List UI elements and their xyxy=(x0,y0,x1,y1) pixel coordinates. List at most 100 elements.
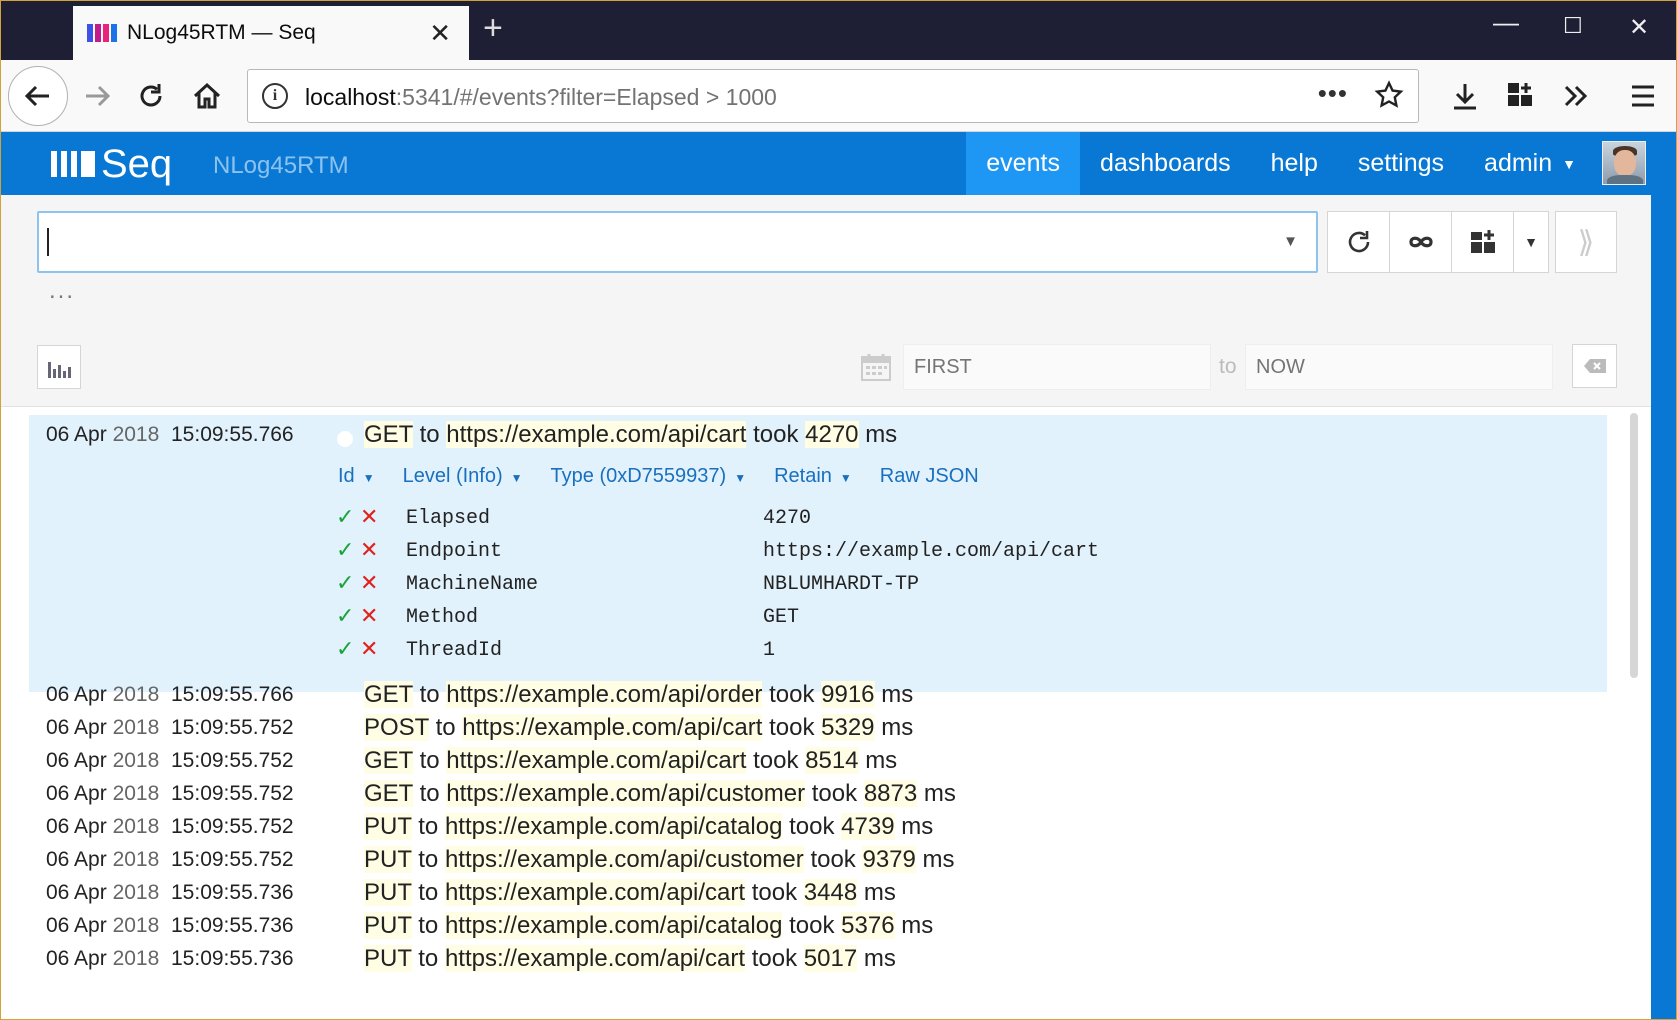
property-value: 4270 xyxy=(763,507,812,530)
extensions-button[interactable] xyxy=(1499,74,1543,118)
caret-down-icon: ▼ xyxy=(1524,234,1538,250)
exclude-x-icon[interactable]: ✕ xyxy=(360,538,378,563)
tab-close-icon[interactable]: ✕ xyxy=(429,18,451,49)
expanded-event-header[interactable]: 06 Apr 2018 15:09:55.766 GET to https://… xyxy=(1,419,1601,454)
window-close-icon[interactable]: ✕ xyxy=(1629,13,1649,42)
histogram-button[interactable] xyxy=(37,345,81,389)
level-indicator-icon xyxy=(337,431,353,447)
event-message: PUT to https://example.com/api/customer … xyxy=(364,846,955,873)
more-options[interactable]: ... xyxy=(49,277,75,305)
info-icon[interactable]: i xyxy=(262,83,288,109)
exclude-x-icon[interactable]: ✕ xyxy=(360,604,378,629)
raw-json-link[interactable]: Raw JSON xyxy=(880,465,979,488)
seq-logo[interactable]: Seq xyxy=(51,144,172,184)
exclude-x-icon[interactable]: ✕ xyxy=(360,505,378,530)
event-row[interactable]: 06 Apr 2018 15:09:55.766 GET to https://ex… xyxy=(1,679,1601,714)
search-input[interactable] xyxy=(39,213,1269,271)
event-date: 06 Apr 2018 xyxy=(46,947,160,970)
back-arrow-icon xyxy=(24,85,49,107)
property-name: MachineName xyxy=(406,573,539,596)
date-from-field[interactable] xyxy=(903,344,1211,390)
dashboard-dropdown-button[interactable]: ▼ xyxy=(1514,212,1548,272)
event-actions: Id ▼ Level (Info) ▼ Type (0xD7559937) ▼ Ret… xyxy=(338,465,979,488)
new-tab-icon[interactable]: + xyxy=(483,9,503,48)
more-actions-icon[interactable]: ••• xyxy=(1318,78,1348,109)
search-box[interactable]: ▼ xyxy=(37,211,1318,273)
browser-tab[interactable]: NLog45RTM — Seq ✕ xyxy=(73,6,469,60)
search-toolbar: ▼ xyxy=(1327,211,1549,273)
nav-dashboards[interactable]: dashboards xyxy=(1080,132,1251,195)
back-button[interactable] xyxy=(8,66,68,126)
downloads-button[interactable] xyxy=(1443,74,1487,118)
exclude-x-icon[interactable]: ✕ xyxy=(360,571,378,596)
clear-date-button[interactable] xyxy=(1572,344,1617,388)
maximize-icon[interactable]: ☐ xyxy=(1563,13,1583,39)
event-row[interactable]: 06 Apr 2018 15:09:55.752 PUT to https://ex… xyxy=(1,811,1601,846)
url-bar[interactable]: i localhost:5341/#/events?filter=Elapsed… xyxy=(247,69,1419,123)
menu-button[interactable] xyxy=(1621,74,1665,118)
retain-menu[interactable]: Retain ▼ xyxy=(774,465,852,488)
event-row[interactable]: 06 Apr 2018 15:09:55.736 PUT to https://ex… xyxy=(1,910,1601,945)
event-message: GET to https://example.com/api/cart took… xyxy=(364,747,898,774)
nav-events[interactable]: events xyxy=(966,132,1080,195)
include-check-icon[interactable]: ✓ xyxy=(336,604,354,629)
nav-admin[interactable]: admin ▼ xyxy=(1464,132,1596,195)
double-chevron-right-icon: ⟫ xyxy=(1577,225,1595,259)
event-row[interactable]: 06 Apr 2018 15:09:55.736 PUT to https://ex… xyxy=(1,877,1601,912)
refresh-button[interactable] xyxy=(1328,212,1390,272)
event-message: PUT to https://example.com/api/cart took… xyxy=(364,945,896,972)
property-name: Method xyxy=(406,606,479,629)
event-date: 06 Apr 2018 xyxy=(46,914,160,937)
event-row[interactable]: 06 Apr 2018 15:09:55.752 POST to https://e… xyxy=(1,712,1601,747)
event-message: POST to https://example.com/api/cart too… xyxy=(364,714,914,741)
event-date: 06 Apr 2018 xyxy=(46,815,160,838)
instance-name: NLog45RTM xyxy=(213,152,349,179)
forward-button[interactable] xyxy=(75,74,119,118)
event-row[interactable]: 06 Apr 2018 15:09:55.752 GET to https://ex… xyxy=(1,778,1601,813)
event-message: GET to https://example.com/api/customer … xyxy=(364,780,956,807)
add-to-dashboard-button[interactable] xyxy=(1452,212,1514,272)
event-time: 15:09:55.766 xyxy=(171,683,294,706)
caret-down-icon: ▼ xyxy=(839,471,852,485)
reload-button[interactable] xyxy=(129,74,173,118)
nav-settings[interactable]: settings xyxy=(1338,132,1464,195)
include-check-icon[interactable]: ✓ xyxy=(336,505,354,530)
calendar-icon[interactable] xyxy=(861,353,891,381)
id-menu[interactable]: Id ▼ xyxy=(338,465,375,488)
event-row[interactable]: 06 Apr 2018 15:09:55.736 PUT to https://ex… xyxy=(1,943,1601,978)
bookmark-star-icon[interactable] xyxy=(1374,80,1404,115)
search-history-dropdown-icon[interactable]: ▼ xyxy=(1283,233,1298,250)
include-check-icon[interactable]: ✓ xyxy=(336,571,354,596)
property-row: ✓ ✕ Endpoint https://example.com/api/cart xyxy=(336,538,1236,571)
event-row[interactable]: 06 Apr 2018 15:09:55.752 PUT to https://ex… xyxy=(1,844,1601,879)
expand-panel-button[interactable]: ⟫ xyxy=(1555,211,1617,273)
exclude-x-icon[interactable]: ✕ xyxy=(360,637,378,662)
include-check-icon[interactable]: ✓ xyxy=(336,637,354,662)
home-icon xyxy=(193,82,221,109)
tail-button[interactable] xyxy=(1390,212,1452,272)
event-row[interactable]: 06 Apr 2018 15:09:55.752 GET to https://ex… xyxy=(1,745,1601,780)
date-to-field[interactable] xyxy=(1245,344,1553,390)
minimize-icon[interactable]: — xyxy=(1493,7,1519,38)
grid-plus-icon xyxy=(1508,83,1532,106)
nav-help[interactable]: help xyxy=(1251,132,1338,195)
tab-title: NLog45RTM — Seq xyxy=(127,21,316,44)
property-row: ✓ ✕ Method GET xyxy=(336,604,1236,637)
home-button[interactable] xyxy=(185,74,229,118)
url-text[interactable]: localhost:5341/#/events?filter=Elapsed >… xyxy=(305,84,777,111)
scrollbar[interactable] xyxy=(1630,413,1638,678)
seq-header: Seq NLog45RTM events dashboards help set… xyxy=(1,132,1676,195)
level-menu[interactable]: Level (Info) ▼ xyxy=(403,465,523,488)
event-message: PUT to https://example.com/api/catalog t… xyxy=(364,813,934,840)
title-bar: NLog45RTM — Seq ✕ + — ☐ ✕ xyxy=(1,1,1676,60)
infinity-icon xyxy=(1408,236,1433,248)
type-menu[interactable]: Type (0xD7559937) ▼ xyxy=(551,465,747,488)
backspace-icon xyxy=(1583,359,1606,373)
overflow-button[interactable] xyxy=(1555,74,1599,118)
include-check-icon[interactable]: ✓ xyxy=(336,538,354,563)
event-time: 15:09:55.752 xyxy=(171,815,294,838)
property-row: ✓ ✕ MachineName NBLUMHARDT-TP xyxy=(336,571,1236,604)
caret-down-icon: ▼ xyxy=(362,471,375,485)
event-time: 15:09:55.766 xyxy=(171,423,294,446)
avatar[interactable] xyxy=(1602,141,1646,185)
